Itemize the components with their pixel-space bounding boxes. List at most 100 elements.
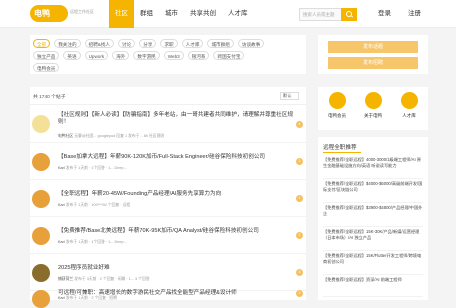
post-title[interactable]: 【免费推荐/Base北美远程】年薪70K-95K加币/QA Analyst/硅谷… <box>58 226 259 234</box>
post-author[interactable]: Kari <box>58 296 65 300</box>
jobs-title: 远程全职推荐 <box>323 145 357 151</box>
post-author[interactable]: 捕获荷兰 <box>58 277 73 281</box>
register-link[interactable]: 注册 <box>408 0 421 28</box>
avatar[interactable] <box>32 227 50 245</box>
post-author[interactable]: Kari <box>58 240 65 244</box>
list-item[interactable]: 【全职远程】年薪20-45W/Founding产品经理/AI服务先享算力为向 K… <box>30 181 306 217</box>
feature-label: 关于电鸭 <box>364 113 382 118</box>
post-meta: Kari 发布于 1天前 · 1个回答 · 1... Deep... <box>58 240 127 245</box>
job-item[interactable]: 【免费推荐/全职远程】$4000-$6000/高级前端开发/国际支付/区块链公司 <box>323 181 423 203</box>
post-author[interactable]: Kari <box>58 203 65 207</box>
post-count: 共 1740 个帖子 <box>33 95 66 100</box>
sort-select[interactable]: 默认 <box>280 92 299 100</box>
post-meta: 捕获荷兰 发布于 3天前 · 2 个回复 · 闲聊 · 1... 3 个回答 <box>58 277 150 282</box>
job-item[interactable]: 【免费推荐/全职远程】$3900-$4800/产品经理/中国外企 <box>323 205 423 227</box>
tag-row: 电鸭会员 <box>33 63 63 72</box>
tag-overseas[interactable]: 海外 <box>112 51 130 60</box>
tag-share[interactable]: 分享 <box>139 39 157 48</box>
post-meta-text: 发布于 1天前 · 1个回答 · 1... Deep... <box>65 166 127 170</box>
post-title[interactable]: 【社区规则】【新人必读】【防骗指南】多年老站，由一哥共建者共同维护，请理解并尊重… <box>58 112 303 126</box>
jobs-title-underline <box>323 152 361 153</box>
avatar[interactable] <box>32 290 50 308</box>
avatar[interactable] <box>32 190 50 208</box>
tag-english[interactable]: 英语 <box>63 51 81 60</box>
nav-item-cities[interactable]: 城市 <box>159 0 184 28</box>
post-meta: Kari 发布于 1天前 · 2 个回复 · 招聘 <box>58 296 117 301</box>
job-item[interactable]: 【免费推荐/全职远程】15K-30K/产品/新媒/运营经理（日本市场）/AI 独… <box>323 229 423 251</box>
post-meta-text: 发布于 1天前 · 2 个回复 · 招聘 <box>65 296 117 300</box>
post-topic-button[interactable]: 发布话题 <box>328 41 418 53</box>
avatar[interactable] <box>32 115 50 133</box>
tag-membership[interactable]: 电鸭会员 <box>33 63 60 72</box>
reply-count-badge: 2 <box>296 158 303 165</box>
member-icon <box>328 92 346 109</box>
tag-all[interactable]: 全部 <box>33 39 51 48</box>
reply-count-badge: 4 <box>296 121 303 128</box>
tag-row: 独立产品 英语 Upwork 海外 数字游民 Web3 银河系 跨国支付宝 <box>33 51 248 60</box>
post-title[interactable]: 【全职远程】年薪20-45W/Founding产品经理/AI服务先享算力为向 <box>58 189 221 197</box>
reply-count-badge: 2 <box>296 290 303 297</box>
post-list: 共 1740 个帖子 默认 【社区规则】【新人必读】【防骗指南】多年老站，由一哥… <box>30 87 306 308</box>
post-author[interactable]: 电鸭社区 <box>58 134 73 138</box>
avatar[interactable] <box>32 264 50 282</box>
action-panel: 发布话题 发布招聘 <box>318 35 428 74</box>
recommended-jobs: 远程全职推荐 【免费推荐/全职远程】4000-3000/1级端工程师/AI 原生… <box>318 137 428 300</box>
post-job-button[interactable]: 发布招聘 <box>328 57 418 69</box>
post-meta-text: 无聊@社团... googlepod 回复 1 发布于... 8h 社区规则 <box>74 134 165 138</box>
nav-item-co-create[interactable]: 共享共创 <box>184 0 222 28</box>
tag-filter-panel: 全部 我关注的 招聘&找人 讨论 分享 求职 人才库 城市群组 访谈故事 独立产… <box>30 35 306 74</box>
tag-hiring[interactable]: 招聘&找人 <box>84 39 115 48</box>
feature-talent[interactable]: 人才库 <box>391 92 427 119</box>
tag-indie-products[interactable]: 独立产品 <box>33 51 60 60</box>
post-title[interactable]: 可远程/可兼职：高速增长的数字游民社交产品找全能型产品经理&设计师 <box>58 288 237 296</box>
tag-city-groups[interactable]: 城市群组 <box>207 39 234 48</box>
nav-item-community[interactable]: 社区 <box>109 0 134 28</box>
login-link[interactable]: 登录 <box>378 0 391 28</box>
list-item[interactable]: 【Base加拿大远程】年薪90K-120K加币/Full-Stack Engin… <box>30 144 306 180</box>
tag-galaxy[interactable]: 银河系 <box>187 51 210 60</box>
reply-count-badge: 2 <box>296 232 303 239</box>
tag-cross-border-pay[interactable]: 跨国支付宝 <box>213 51 245 60</box>
list-header: 共 1740 个帖子 默认 <box>30 87 306 105</box>
post-meta-text: 发布于 1天前 · 1个回答 · 1... Deep... <box>65 240 127 244</box>
top-navigation-bar: 电鸭 远程工作社区 社区 群组 城市 共享共创 人才库 搜索人员或主题 登录 注… <box>0 0 456 28</box>
tag-discussion[interactable]: 讨论 <box>118 39 136 48</box>
post-meta: Kari 发布于 1天前 · 1个回答 · 1... Deep... <box>58 166 127 171</box>
talent-icon <box>400 92 418 109</box>
tag-digital-nomad[interactable]: 数字游民 <box>133 51 160 60</box>
tag-web3[interactable]: Web3 <box>163 51 184 60</box>
post-author[interactable]: Kari <box>58 166 65 170</box>
feature-label: 电鸭会员 <box>328 113 346 118</box>
post-title[interactable]: 2025程序员就业好难 <box>58 263 110 271</box>
job-item[interactable]: 【免费推荐/全职远程】15K/Flutter开发工程师/跨境电商初创公司 <box>323 253 423 275</box>
list-item[interactable]: 【社区规则】【新人必读】【防骗指南】多年老站，由一哥共建者共同维护，请理解并尊重… <box>30 107 306 143</box>
reply-count-badge: 3 <box>296 269 303 276</box>
job-item[interactable]: 【免费推荐/全职远程】4000-3000/1级端工程师/AI 原生金融基础设施方… <box>323 157 423 179</box>
tag-upwork[interactable]: Upwork <box>84 51 109 60</box>
post-meta-text: 发布于 3天前 · 2 个回复 · 闲聊 · 1... 3 个回答 <box>74 277 150 281</box>
main-nav: 社区 群组 城市 共享共创 人才库 <box>109 0 254 28</box>
site-logo[interactable]: 电鸭 <box>30 5 68 22</box>
tag-following[interactable]: 我关注的 <box>54 39 81 48</box>
job-item[interactable]: 【免费推荐/全职远程】资深/AI 前端工程师 <box>323 277 423 297</box>
feature-membership[interactable]: 电鸭会员 <box>319 92 355 119</box>
logo-text: 电鸭 <box>34 9 50 18</box>
feature-shortcuts: 电鸭会员 关于电鸭 人才库 <box>318 87 428 130</box>
logo-subtitle: 远程工作社区 <box>70 9 94 14</box>
feature-about[interactable]: 关于电鸭 <box>355 92 391 119</box>
feature-label: 人才库 <box>402 113 416 118</box>
tag-job-seeking[interactable]: 求职 <box>160 39 178 48</box>
nav-item-groups[interactable]: 群组 <box>134 0 159 28</box>
avatar[interactable] <box>32 153 50 171</box>
list-item[interactable]: 可远程/可兼职：高速增长的数字游民社交产品找全能型产品经理&设计师 Kari 发… <box>30 285 306 308</box>
search-icon[interactable] <box>341 8 357 21</box>
tag-talent[interactable]: 人才库 <box>181 39 204 48</box>
post-title[interactable]: 【Base加拿大远程】年薪90K-120K加币/Full-Stack Engin… <box>58 152 265 160</box>
nav-item-talent[interactable]: 人才库 <box>222 0 254 28</box>
list-item[interactable]: 【免费推荐/Base北美远程】年薪70K-95K加币/QA Analyst/硅谷… <box>30 218 306 254</box>
tag-row: 全部 我关注的 招聘&找人 讨论 分享 求职 人才库 城市群组 访谈故事 <box>33 39 268 48</box>
post-meta: 电鸭社区 无聊@社团... googlepod 回复 1 发布于... 8h 社… <box>58 134 164 139</box>
post-meta: Kari 发布于 1天前 · 100***/W 个回复 · 远程 <box>58 203 130 208</box>
tag-interviews[interactable]: 访谈故事 <box>237 39 265 48</box>
post-meta-text: 发布于 1天前 · 100***/W 个回复 · 远程 <box>65 203 131 207</box>
